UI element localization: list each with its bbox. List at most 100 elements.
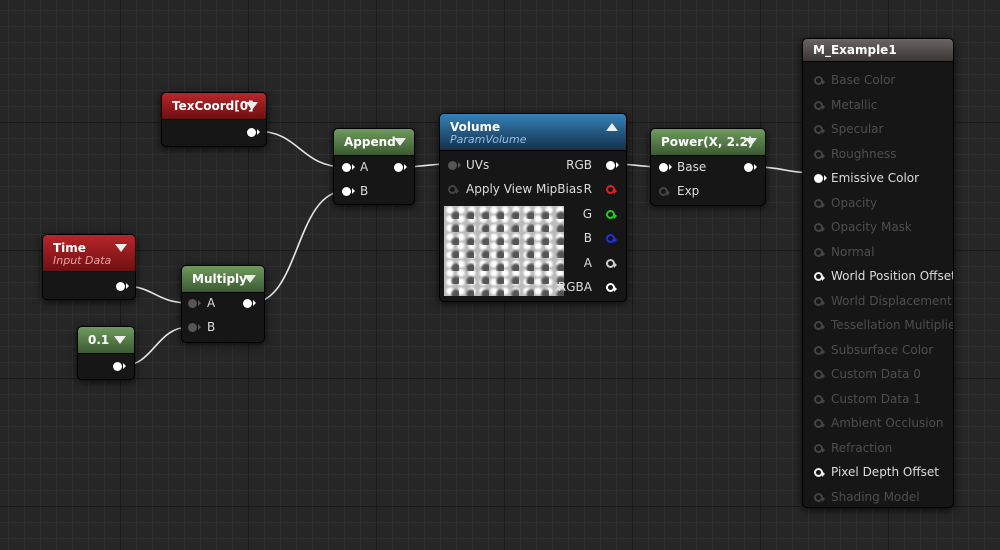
- time-node[interactable]: Time Input Data: [42, 234, 136, 300]
- material-input-label: Normal: [831, 245, 875, 259]
- wire-texcoord-append: [255, 130, 346, 168]
- constant-node[interactable]: 0.1: [77, 326, 135, 380]
- volume-rgb-label: RGB: [566, 158, 592, 172]
- power-base-label: Base: [677, 160, 707, 174]
- material-input-shading-model[interactable]: Shading Model: [803, 486, 953, 507]
- power-title: Power(X, 2.2): [661, 135, 754, 149]
- material-pin[interactable]: [814, 370, 825, 379]
- material-header[interactable]: M_Example1: [803, 39, 953, 62]
- texcoord-output-pin[interactable]: [247, 128, 260, 137]
- material-input-label: Tessellation Multiplier: [831, 318, 954, 332]
- volume-header[interactable]: Volume ParamVolume: [440, 114, 626, 151]
- volume-g-output-pin[interactable]: [606, 210, 617, 219]
- material-pin[interactable]: [814, 125, 825, 134]
- collapse-arrow-icon[interactable]: [244, 275, 256, 283]
- material-input-custom-data-0[interactable]: Custom Data 0: [803, 363, 953, 387]
- power-base-pin[interactable]: [659, 163, 672, 172]
- material-input-roughness[interactable]: Roughness: [803, 143, 953, 167]
- volume-r-label: R: [583, 182, 592, 196]
- material-input-label: Shading Model: [831, 490, 920, 504]
- material-input-tessellation-multiplier[interactable]: Tessellation Multiplier: [803, 314, 953, 338]
- material-input-label: Ambient Occlusion: [831, 416, 944, 430]
- material-input-label: World Displacement: [831, 294, 952, 308]
- material-pin[interactable]: [814, 101, 825, 110]
- texcoord-title: TexCoord[0]: [172, 99, 254, 113]
- material-pin[interactable]: [814, 272, 825, 281]
- texcoord-header[interactable]: TexCoord[0]: [162, 93, 266, 120]
- power-output-pin[interactable]: [744, 163, 757, 172]
- collapse-arrow-icon[interactable]: [246, 102, 258, 110]
- multiply-input-a-pin[interactable]: [188, 299, 201, 308]
- volume-mipbias-label: Apply View MipBias: [466, 182, 583, 196]
- material-input-label: Custom Data 1: [831, 392, 921, 406]
- append-input-a-pin[interactable]: [342, 163, 355, 172]
- volume-mipbias-pin[interactable]: [448, 185, 459, 194]
- wire-multiply-append: [250, 190, 346, 304]
- material-pin[interactable]: [814, 150, 825, 159]
- collapse-arrow-icon[interactable]: [606, 123, 618, 131]
- material-input-label: Pixel Depth Offset: [831, 465, 939, 479]
- volume-rgba-label: RGBA: [557, 280, 592, 294]
- texcoord-node[interactable]: TexCoord[0]: [161, 92, 267, 147]
- material-pin[interactable]: [814, 297, 825, 306]
- volume-b-output-pin[interactable]: [606, 234, 617, 243]
- material-input-world-displacement[interactable]: World Displacement: [803, 290, 953, 314]
- material-input-refraction[interactable]: Refraction: [803, 437, 953, 461]
- collapse-arrow-icon[interactable]: [114, 336, 126, 344]
- append-output-pin[interactable]: [394, 163, 407, 172]
- power-node[interactable]: Power(X, 2.2) Base Exp: [650, 128, 766, 206]
- material-input-label: Subsurface Color: [831, 343, 934, 357]
- material-input-pixel-depth-offset[interactable]: Pixel Depth Offset: [803, 461, 953, 485]
- collapse-arrow-icon[interactable]: [115, 244, 127, 252]
- multiply-output-pin[interactable]: [243, 299, 256, 308]
- time-output-pin[interactable]: [116, 282, 129, 291]
- material-input-world-position-offset[interactable]: World Position Offset: [803, 265, 953, 289]
- volume-rgb-output-pin[interactable]: [606, 161, 619, 170]
- material-input-normal[interactable]: Normal: [803, 241, 953, 265]
- volume-subtitle: ParamVolume: [450, 133, 527, 146]
- material-pin[interactable]: [814, 493, 825, 502]
- material-pin[interactable]: [814, 321, 825, 330]
- material-pin[interactable]: [814, 468, 825, 477]
- append-node[interactable]: Append A B: [333, 128, 415, 205]
- append-input-b-pin[interactable]: [342, 187, 355, 196]
- material-input-label: Metallic: [831, 98, 878, 112]
- material-input-specular[interactable]: Specular: [803, 118, 953, 142]
- multiply-input-b-pin[interactable]: [188, 323, 201, 332]
- material-input-ambient-occlusion[interactable]: Ambient Occlusion: [803, 412, 953, 436]
- volume-node[interactable]: Volume ParamVolume UVs Apply View MipBia…: [439, 113, 627, 302]
- material-pin[interactable]: [814, 395, 825, 404]
- constant-output-pin[interactable]: [113, 362, 126, 371]
- material-pin[interactable]: [814, 346, 825, 355]
- material-input-metallic[interactable]: Metallic: [803, 94, 953, 118]
- material-input-opacity-mask[interactable]: Opacity Mask: [803, 216, 953, 240]
- volume-uvs-pin[interactable]: [448, 161, 461, 170]
- multiply-header[interactable]: Multiply: [182, 266, 264, 293]
- volume-rgba-output-pin[interactable]: [606, 283, 617, 292]
- material-input-emissive-color[interactable]: Emissive Color: [803, 167, 953, 191]
- power-header[interactable]: Power(X, 2.2): [651, 129, 765, 156]
- volume-b-label: B: [583, 231, 592, 245]
- material-input-opacity[interactable]: Opacity: [803, 192, 953, 216]
- volume-a-output-pin[interactable]: [606, 259, 617, 268]
- constant-header[interactable]: 0.1: [78, 327, 134, 354]
- multiply-node[interactable]: Multiply A B: [181, 265, 265, 343]
- material-input-subsurface-color[interactable]: Subsurface Color: [803, 339, 953, 363]
- collapse-arrow-icon[interactable]: [394, 138, 406, 146]
- material-pin[interactable]: [814, 76, 825, 85]
- append-header[interactable]: Append: [334, 129, 414, 156]
- time-header[interactable]: Time Input Data: [43, 235, 135, 272]
- material-input-custom-data-1[interactable]: Custom Data 1: [803, 388, 953, 412]
- power-exp-pin[interactable]: [659, 187, 670, 196]
- material-pin[interactable]: [814, 223, 825, 232]
- material-pin[interactable]: [814, 444, 825, 453]
- collapse-arrow-icon[interactable]: [745, 138, 757, 146]
- material-pin[interactable]: [814, 248, 825, 257]
- material-input-label: Emissive Color: [831, 171, 920, 185]
- material-input-base-color[interactable]: Base Color: [803, 69, 953, 93]
- volume-r-output-pin[interactable]: [606, 185, 617, 194]
- material-node[interactable]: M_Example1 Base Color Metallic Specular …: [802, 38, 954, 508]
- material-pin[interactable]: [814, 174, 827, 183]
- material-pin[interactable]: [814, 199, 825, 208]
- material-pin[interactable]: [814, 419, 825, 428]
